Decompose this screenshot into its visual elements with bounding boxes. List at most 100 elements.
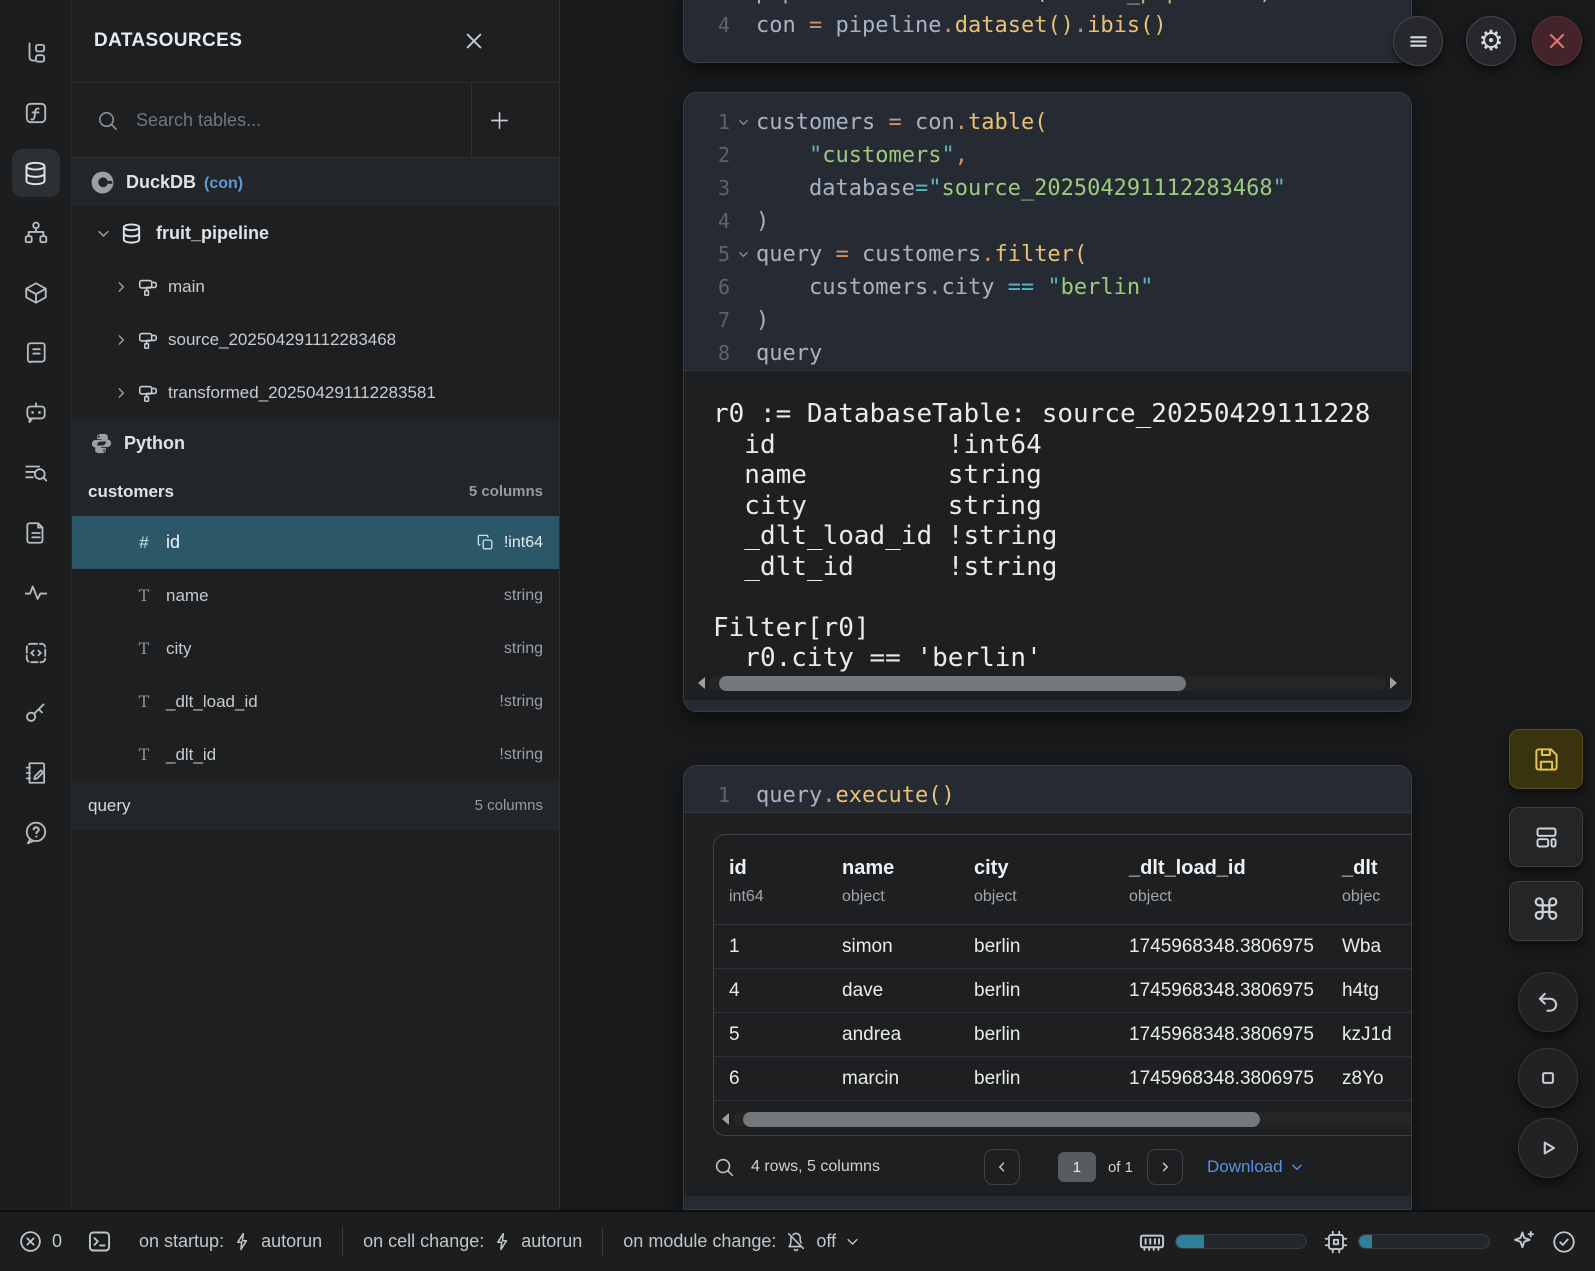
- scrollbar-thumb[interactable]: [743, 1112, 1260, 1127]
- copy-icon[interactable]: [476, 533, 495, 552]
- status-bar: 0 on startup: autorun on cell change: au…: [0, 1210, 1595, 1271]
- table-search-icon[interactable]: [713, 1156, 735, 1178]
- nav-notebook-icon[interactable]: [12, 749, 60, 797]
- download-label: Download: [1207, 1157, 1283, 1177]
- setting-value: off: [816, 1231, 836, 1252]
- table-row-customers[interactable]: customers 5 columns: [72, 467, 559, 516]
- scrollbar-thumb[interactable]: [719, 676, 1186, 691]
- code-line: 4): [684, 205, 1411, 238]
- undo-icon: [1535, 989, 1561, 1015]
- shutdown-button[interactable]: [1532, 16, 1582, 66]
- line-number: 5: [684, 238, 730, 271]
- scroll-left-arrow[interactable]: [722, 1113, 729, 1125]
- column-header[interactable]: cityobject: [959, 857, 1114, 906]
- terminal-button[interactable]: [86, 1228, 113, 1255]
- close-panel-icon[interactable]: [463, 30, 485, 52]
- code-editor[interactable]: 1customers = con.table(2 "customers",3 d…: [684, 93, 1411, 370]
- add-datasource-button[interactable]: [472, 83, 559, 157]
- cell-output: idint64nameobjectcityobject_dlt_load_ido…: [684, 812, 1411, 1196]
- table-cell: berlin: [959, 1068, 1114, 1090]
- on-startup-setting[interactable]: on startup: autorun: [139, 1231, 322, 1252]
- schema-row-main[interactable]: main: [72, 260, 559, 313]
- table-row[interactable]: 6marcinberlin1745968348.3806975z8Yo: [714, 1057, 1412, 1101]
- section-row-python[interactable]: Python: [72, 419, 559, 467]
- column-row-name[interactable]: T name string: [72, 569, 559, 622]
- table-cell: 1745968348.3806975: [1114, 1068, 1327, 1090]
- column-header[interactable]: _dltobjec: [1327, 857, 1412, 906]
- memory-gauge: [1175, 1234, 1307, 1249]
- chevron-right-icon: [114, 333, 128, 347]
- connection-status[interactable]: [1551, 1229, 1577, 1255]
- section-name: Python: [124, 433, 185, 454]
- python-logo-icon: [90, 432, 113, 455]
- horizontal-scrollbar[interactable]: [698, 675, 1397, 691]
- column-row-dlt-load-id[interactable]: T _dlt_load_id !string: [72, 675, 559, 728]
- nav-tracing-icon[interactable]: [12, 569, 60, 617]
- line-number: 1: [684, 106, 730, 139]
- schema-name: main: [168, 277, 205, 297]
- table-row[interactable]: 4daveberlin1745968348.3806975h4tg: [714, 969, 1412, 1013]
- previous-page-button[interactable]: [984, 1149, 1020, 1185]
- nav-ai-chat-icon[interactable]: [12, 389, 60, 437]
- code-editor[interactable]: 1query.execute(): [684, 766, 1411, 812]
- code-editor[interactable]: 3pipeline = dlt.attach("fruit_pipeline")…: [684, 0, 1411, 42]
- database-row-fruit-pipeline[interactable]: fruit_pipeline: [72, 206, 559, 260]
- column-row-city[interactable]: T city string: [72, 622, 559, 675]
- undo-button[interactable]: [1518, 972, 1578, 1032]
- connection-row-duckdb[interactable]: DuckDB(con): [72, 158, 559, 206]
- output-line: [713, 582, 1411, 613]
- horizontal-scrollbar[interactable]: [722, 1111, 1412, 1127]
- next-page-button[interactable]: [1147, 1149, 1183, 1185]
- nav-secrets-icon[interactable]: [12, 689, 60, 737]
- nav-packages-icon[interactable]: [12, 269, 60, 317]
- code-line: 1query.execute(): [684, 779, 1411, 812]
- scroll-right-arrow[interactable]: [1390, 677, 1397, 689]
- schema-row-transformed[interactable]: transformed_202504291112283581: [72, 366, 559, 419]
- nav-logs-icon[interactable]: [12, 329, 60, 377]
- scroll-left-arrow[interactable]: [698, 677, 705, 689]
- scrollbar-track[interactable]: [733, 1112, 1412, 1127]
- database-icon: [120, 222, 143, 245]
- code-line: 6 customers.city == "berlin": [684, 271, 1411, 304]
- schema-row-source[interactable]: source_202504291112283468: [72, 313, 559, 366]
- on-module-change-setting[interactable]: on module change: off: [623, 1231, 860, 1253]
- fold-caret-icon[interactable]: [730, 106, 756, 139]
- column-header[interactable]: _dlt_load_idobject: [1114, 857, 1327, 906]
- nav-documentation-icon[interactable]: [12, 509, 60, 557]
- nav-file-tree-icon[interactable]: [12, 29, 60, 77]
- page-number[interactable]: 1: [1058, 1152, 1096, 1182]
- command-palette-button[interactable]: ⌘: [1509, 881, 1583, 941]
- on-cell-change-setting[interactable]: on cell change: autorun: [363, 1231, 582, 1252]
- save-notebook-button[interactable]: [1509, 729, 1583, 789]
- scrollbar-track[interactable]: [709, 676, 1386, 691]
- table-row-query[interactable]: query 5 columns: [72, 781, 559, 830]
- column-row-id[interactable]: # id !int64: [72, 516, 559, 569]
- settings-button[interactable]: ⚙: [1466, 16, 1516, 66]
- nav-help-icon[interactable]: [12, 809, 60, 857]
- notebook-menu-button[interactable]: [1393, 16, 1443, 66]
- column-header[interactable]: idint64: [714, 857, 827, 906]
- table-row[interactable]: 1simonberlin1745968348.3806975Wba: [714, 925, 1412, 969]
- ai-assist-button[interactable]: [1510, 1228, 1537, 1255]
- nav-dependency-graph-icon[interactable]: [12, 209, 60, 257]
- column-row-dlt-id[interactable]: T _dlt_id !string: [72, 728, 559, 781]
- search-input[interactable]: Search tables...: [72, 109, 471, 132]
- nav-scratchpad-search-icon[interactable]: [12, 449, 60, 497]
- stop-button[interactable]: [1518, 1048, 1578, 1108]
- code-text: con = pipeline.dataset().ibis(): [756, 9, 1167, 42]
- column-header[interactable]: nameobject: [827, 857, 959, 906]
- line-number: 4: [684, 205, 730, 238]
- run-button[interactable]: [1518, 1118, 1578, 1178]
- code-cell-connection[interactable]: 3pipeline = dlt.attach("fruit_pipeline")…: [683, 0, 1412, 63]
- nav-snippets-icon[interactable]: [12, 629, 60, 677]
- error-indicator[interactable]: 0: [18, 1229, 62, 1254]
- layout-toggle-button[interactable]: [1509, 807, 1583, 867]
- table-row[interactable]: 5andreaberlin1745968348.3806975kzJ1d: [714, 1013, 1412, 1057]
- schema-icon: [137, 382, 159, 404]
- nav-function-icon[interactable]: [12, 89, 60, 137]
- fold-gutter: [730, 139, 756, 172]
- table-body: 1simonberlin1745968348.3806975Wba4davebe…: [714, 925, 1412, 1101]
- fold-caret-icon[interactable]: [730, 238, 756, 271]
- nav-datasources-icon[interactable]: [12, 149, 60, 197]
- download-link[interactable]: Download: [1207, 1157, 1304, 1177]
